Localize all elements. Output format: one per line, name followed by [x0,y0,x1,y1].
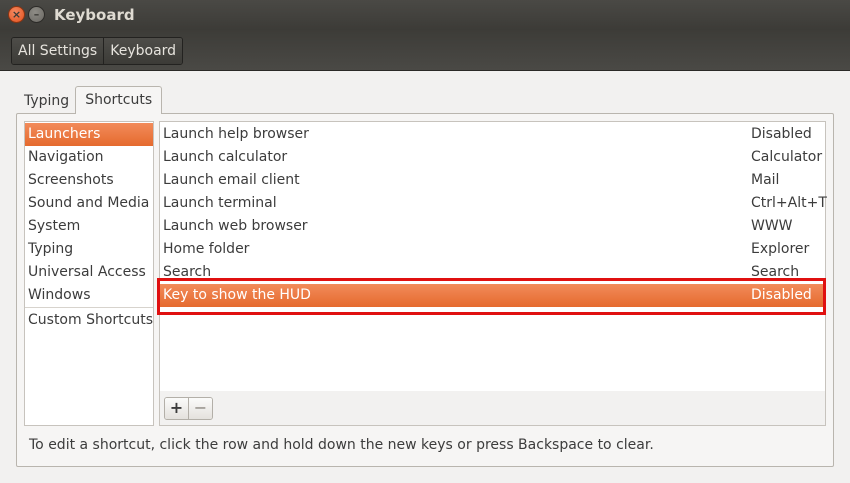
category-sound-and-media[interactable]: Sound and Media [25,192,153,215]
shortcut-row[interactable]: Home folder Explorer [160,238,825,261]
shortcut-accel: Calculator [751,149,823,165]
remove-shortcut-button[interactable]: − [189,398,212,419]
list-button-bar [159,391,826,426]
category-windows[interactable]: Windows [25,284,153,307]
minimize-button[interactable]: – [28,6,45,23]
shortcut-accel: Ctrl+Alt+T [751,195,827,211]
shortcut-accel: Disabled [751,287,812,303]
shortcut-action: Launch terminal [163,195,277,211]
category-navigation[interactable]: Navigation [25,146,153,169]
shortcut-row[interactable]: Search Search [160,261,825,284]
close-button[interactable]: × [8,6,25,23]
keyboard-settings-window: × – Keyboard All Settings Keyboard Typin… [0,0,850,483]
shortcut-row[interactable]: Launch web browser WWW [160,215,825,238]
title-bar: × – Keyboard [0,0,850,30]
category-launchers[interactable]: Launchers [25,123,153,146]
shortcut-accel: WWW [751,218,793,234]
shortcut-row[interactable]: Launch help browser Disabled [160,123,825,146]
shortcut-accel: Disabled [751,126,812,142]
shortcut-action: Launch web browser [163,218,308,234]
category-system[interactable]: System [25,215,153,238]
category-list: Launchers Navigation Screenshots Sound a… [24,121,154,426]
shortcut-action: Launch help browser [163,126,309,142]
add-shortcut-button[interactable]: + [165,398,189,419]
shortcut-action: Home folder [163,241,250,257]
shortcut-action: Launch calculator [163,149,288,165]
breadcrumb: All Settings Keyboard [11,37,184,65]
category-custom-shortcuts[interactable]: Custom Shortcuts [25,309,153,332]
shortcut-action: Search [163,264,212,280]
shortcut-list: Launch help browser Disabled Launch calc… [159,121,827,392]
toolbar: All Settings Keyboard [0,30,850,71]
category-screenshots[interactable]: Screenshots [25,169,153,192]
shortcut-accel: Explorer [751,241,810,257]
category-divider [25,307,153,308]
category-universal-access[interactable]: Universal Access [25,261,153,284]
minus-icon: − [193,398,208,417]
shortcut-row[interactable]: Launch terminal Ctrl+Alt+T [160,192,827,215]
plus-icon: + [169,398,184,417]
all-settings-button[interactable]: All Settings [12,38,104,64]
shortcut-row-selected[interactable]: Key to show the HUD Disabled [160,284,825,307]
tab-shortcuts[interactable]: Shortcuts [75,86,163,114]
tab-typing[interactable]: Typing [18,88,75,113]
add-remove-buttons: + − [164,397,213,420]
shortcut-action: Key to show the HUD [163,287,311,303]
close-icon: × [11,8,22,21]
tab-bar: Typing Shortcuts [18,86,163,114]
shortcut-row[interactable]: Launch email client Mail [160,169,825,192]
shortcut-row[interactable]: Launch calculator Calculator [160,146,825,169]
window-title: Keyboard [54,6,135,24]
minimize-icon: – [33,8,40,21]
help-text: To edit a shortcut, click the row and ho… [29,437,654,453]
shortcut-accel: Search [751,264,800,280]
category-typing[interactable]: Typing [25,238,153,261]
shortcut-accel: Mail [751,172,780,188]
shortcut-action: Launch email client [163,172,300,188]
breadcrumb-keyboard[interactable]: Keyboard [103,38,183,64]
